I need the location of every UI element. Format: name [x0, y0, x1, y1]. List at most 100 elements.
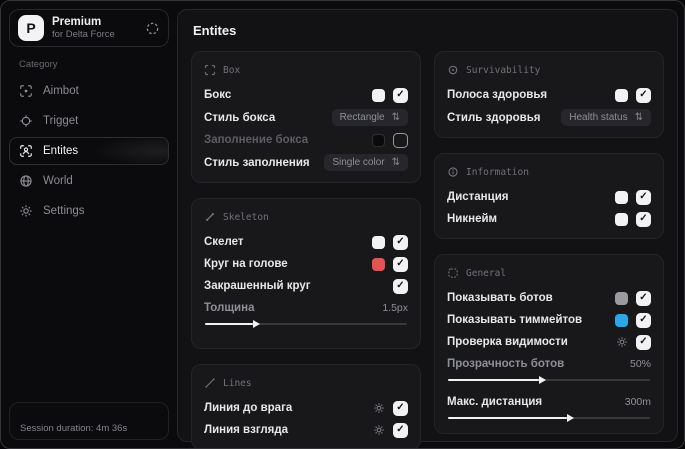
aimbot-icon: [19, 84, 33, 98]
setting-label: Полоса здоровья: [447, 89, 548, 101]
information-card: Information Дистанция ✓ Никнейм ✓: [434, 153, 664, 239]
sidebar-item-aimbot[interactable]: Aimbot: [9, 77, 169, 105]
setting-row-filled-circle: Закрашенный круг ✓: [204, 278, 408, 294]
setting-row-enemy-line: Линия до врага ✓: [204, 400, 408, 416]
setting-row-max-distance: Макс. дистанция 300m: [447, 394, 651, 422]
brand-text: Premium for Delta Force: [52, 15, 115, 41]
sidebar-item-label: World: [43, 175, 73, 187]
color-swatch[interactable]: [615, 291, 628, 305]
color-swatch[interactable]: [372, 133, 385, 147]
globe-icon: [19, 174, 33, 188]
visibility-gear-icon[interactable]: [616, 336, 628, 348]
slider-thumb[interactable]: [538, 376, 546, 384]
slider-fill: [205, 320, 261, 328]
checkbox[interactable]: ✓: [393, 234, 408, 250]
setting-row-show-bots: Показывать ботов ✓: [447, 290, 651, 306]
health-style-dropdown[interactable]: Health status ⇅: [561, 109, 651, 126]
checkbox[interactable]: ✓: [393, 132, 408, 148]
card-header-label: Information: [466, 166, 529, 178]
checkbox[interactable]: ✓: [393, 87, 408, 103]
setting-label: Показывать тиммейтов: [447, 314, 583, 326]
setting-row-visibility-check: Проверка видимости ✓: [447, 334, 651, 350]
checkbox[interactable]: ✓: [636, 334, 651, 350]
checkbox[interactable]: ✓: [393, 256, 408, 272]
check-icon: ✓: [639, 292, 648, 303]
checkbox[interactable]: ✓: [393, 400, 408, 416]
bot-opacity-slider[interactable]: [448, 376, 650, 384]
sidebar-item-label: Trigget: [43, 115, 79, 127]
chevron-updown-icon: ⇅: [391, 112, 400, 123]
page-title: Entites: [193, 23, 237, 38]
skeleton-card-header: Skeleton: [204, 211, 408, 223]
check-icon: ✓: [396, 89, 405, 100]
line-settings-gear-icon[interactable]: [373, 424, 385, 436]
setting-row-box-fill: Заполнение бокса ✓: [204, 132, 408, 148]
card-header-label: Skeleton: [223, 211, 269, 223]
sync-icon[interactable]: [145, 21, 160, 36]
skeleton-card: Skeleton Скелет ✓ Круг на голове ✓ Закра…: [191, 198, 421, 349]
sidebar-item-world[interactable]: World: [9, 167, 169, 195]
checkbox[interactable]: ✓: [393, 422, 408, 438]
color-swatch[interactable]: [615, 190, 628, 204]
color-swatch[interactable]: [615, 88, 628, 102]
main-panel: Entites Box Бокс ✓ Стиль бокса Rectangle…: [177, 9, 678, 448]
checkbox[interactable]: ✓: [636, 312, 651, 328]
app-window: P Premium for Delta Force Category Aimbo…: [0, 0, 685, 449]
setting-label: Стиль бокса: [204, 111, 276, 124]
color-swatch[interactable]: [615, 313, 628, 327]
max-distance-slider[interactable]: [448, 414, 650, 422]
box-card: Box Бокс ✓ Стиль бокса Rectangle ⇅ Запол…: [191, 51, 421, 183]
setting-label: Показывать ботов: [447, 292, 553, 304]
brand-subtitle: for Delta Force: [52, 29, 115, 41]
information-card-header: Information: [447, 166, 651, 178]
chevron-updown-icon: ⇅: [634, 112, 643, 123]
sidebar-item-trigget[interactable]: Trigget: [9, 107, 169, 135]
session-duration: Session duration: 4m 36s: [9, 402, 169, 440]
checkbox[interactable]: ✓: [636, 290, 651, 306]
check-icon: ✓: [396, 402, 405, 413]
setting-label: Стиль здоровья: [447, 111, 541, 124]
trigger-crosshair-icon: [19, 114, 33, 128]
color-swatch[interactable]: [372, 88, 385, 102]
check-icon: ✓: [639, 336, 648, 347]
slider-thumb[interactable]: [567, 414, 575, 422]
card-header-label: General: [466, 267, 507, 279]
check-icon: ✓: [396, 236, 405, 247]
fill-style-dropdown[interactable]: Single color ⇅: [324, 154, 408, 171]
dropdown-value: Health status: [569, 112, 628, 123]
setting-row-box: Бокс ✓: [204, 87, 408, 103]
checkbox[interactable]: ✓: [393, 278, 408, 294]
lines-card: Lines Линия до врага ✓ Линия взгляда ✓: [191, 364, 421, 448]
sidebar-item-entites[interactable]: Entites: [9, 137, 169, 165]
slider-value: 300m: [624, 396, 651, 408]
box-style-dropdown[interactable]: Rectangle ⇅: [331, 109, 408, 126]
brand-title: Premium: [52, 15, 102, 28]
checkbox[interactable]: ✓: [636, 87, 651, 103]
dropdown-value: Rectangle: [339, 112, 385, 123]
line-settings-gear-icon[interactable]: [373, 402, 385, 414]
box-frame-icon: [204, 64, 216, 76]
setting-label: Круг на голове: [204, 258, 288, 270]
checkbox[interactable]: ✓: [636, 189, 651, 205]
bone-icon: [204, 211, 216, 223]
slider-thumb[interactable]: [253, 320, 261, 328]
setting-row-nickname: Никнейм ✓: [447, 211, 651, 227]
sidebar-item-settings[interactable]: Settings: [9, 197, 169, 225]
gear-icon: [19, 204, 33, 218]
thickness-slider[interactable]: [205, 320, 407, 328]
general-card-header: General: [447, 267, 651, 279]
setting-row-health-bar: Полоса здоровья ✓: [447, 87, 651, 103]
setting-row-bot-opacity: Прозрачность ботов 50%: [447, 356, 651, 384]
survivability-card-header: Survivability: [447, 64, 651, 76]
color-swatch[interactable]: [372, 257, 385, 271]
color-swatch[interactable]: [615, 212, 628, 226]
general-card: General Показывать ботов ✓ Показывать ти…: [434, 254, 664, 434]
brand-logo: P: [18, 15, 44, 41]
setting-label: Линия до врага: [204, 402, 293, 414]
target-circle-icon: [447, 64, 459, 76]
columns: Box Бокс ✓ Стиль бокса Rectangle ⇅ Запол…: [191, 51, 664, 448]
checkbox[interactable]: ✓: [636, 211, 651, 227]
setting-label: Проверка видимости: [447, 336, 568, 348]
color-swatch[interactable]: [372, 235, 385, 249]
dropdown-value: Single color: [332, 157, 385, 168]
